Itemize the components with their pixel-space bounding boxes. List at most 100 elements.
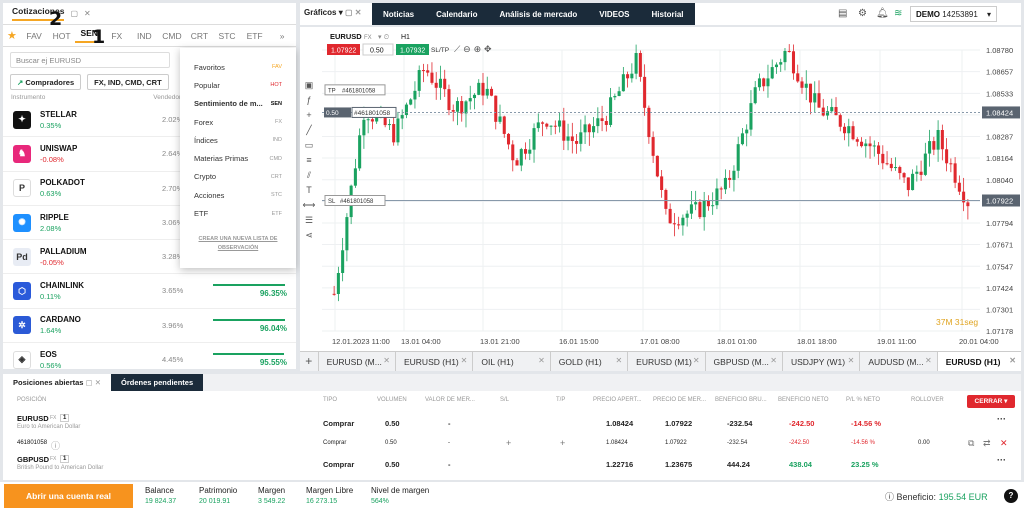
chart-tab-label: OIL (H1): [481, 357, 514, 367]
reverse-icon[interactable]: ⇄: [983, 438, 991, 449]
metric-4: Nivel de margen 564%: [371, 486, 429, 505]
tab-hot[interactable]: HOT: [48, 31, 76, 41]
help-button[interactable]: ?: [1004, 489, 1018, 503]
ohlc-icon[interactable]: ▣: [300, 80, 318, 93]
menu-item-hot[interactable]: Popular HOT: [180, 76, 296, 94]
menu-item-stc[interactable]: Acciones STC: [180, 186, 296, 204]
charts-menu[interactable]: Gráficos ▾ ▢ ✕: [304, 8, 361, 17]
add-chart-button[interactable]: +: [300, 352, 318, 371]
quote-row-eos[interactable]: ◈ EOS 0.56% 4.45% 95.55%: [3, 343, 296, 369]
menu-item-crt[interactable]: Crypto CRT: [180, 168, 296, 186]
chart-tab[interactable]: AUDUSD (M... ✕: [859, 352, 936, 371]
candle-body: [787, 50, 791, 52]
nav-1[interactable]: Calendario: [425, 3, 488, 25]
close-tab-icon[interactable]: ✕: [538, 356, 545, 365]
close-tab-icon[interactable]: ✕: [693, 356, 700, 365]
info-icon[interactable]: ⓘ: [51, 439, 60, 452]
buyers-percent: 95.55%: [259, 358, 287, 368]
line-tool-icon[interactable]: ╱: [300, 125, 318, 138]
channel-tool-icon[interactable]: ⫽: [300, 170, 318, 183]
current-price-value: 1.07922: [986, 196, 1013, 205]
close-tab-icon[interactable]: ✕: [383, 356, 390, 365]
crosshair-icon[interactable]: +: [300, 110, 318, 123]
quote-row-chainlink[interactable]: ⬡ CHAINLINK 0.11% 3.65% 96.35%: [3, 274, 296, 309]
sl-add-icon[interactable]: +: [506, 438, 511, 448]
menu-item-sen[interactable]: Sentimiento de m... SEN: [180, 95, 296, 113]
metric-value: 16 273.15: [306, 498, 338, 505]
price-chart[interactable]: 1.087801.086571.085331.084101.082871.081…: [300, 27, 1021, 351]
markets-chip[interactable]: FX, IND, CMD, CRT: [87, 74, 169, 90]
chart-tab[interactable]: USDJPY (W1) ✕: [781, 352, 859, 371]
tab-cmd[interactable]: CMD: [158, 31, 186, 41]
menu-item-fx[interactable]: Forex FX: [180, 113, 296, 131]
tp-add-icon[interactable]: +: [560, 438, 565, 448]
search-input[interactable]: Buscar ej EURUSD: [10, 52, 170, 68]
popout-icon[interactable]: ▢: [70, 9, 78, 18]
open-real-account-button[interactable]: Abrir una cuenta real: [4, 484, 133, 508]
menu-item-cmd[interactable]: Materias Primas CMD: [180, 149, 296, 167]
nav-3[interactable]: VIDEOS: [588, 3, 640, 25]
text-tool-icon[interactable]: T: [300, 185, 318, 198]
close-tab-icon[interactable]: ✕: [770, 356, 777, 365]
menu-item-label: Crypto: [194, 172, 217, 182]
quote-row-cardano[interactable]: ✲ CARDANO 1.64% 3.96% 96.04%: [3, 309, 296, 344]
account-selector[interactable]: DEMO 14253891 ▾: [910, 6, 997, 22]
tab-pending-orders[interactable]: Órdenes pendientes: [111, 374, 204, 391]
menu-item-key: SEN: [270, 100, 282, 107]
nav-0[interactable]: Noticias: [372, 3, 425, 25]
candle-body: [808, 83, 813, 103]
rect-tool-icon[interactable]: ▭: [300, 140, 318, 153]
close-tab-icon[interactable]: ✕: [615, 356, 622, 365]
indicator-icon[interactable]: ƒ: [300, 95, 318, 108]
chart-tab[interactable]: EURUSD (M... ✕: [317, 352, 395, 371]
more-options-icon[interactable]: ···: [997, 455, 1006, 465]
buyers-chip[interactable]: ↗ Compradores: [10, 74, 82, 90]
bell-icon[interactable]: 🔔︎: [876, 8, 889, 19]
menu-item-fav[interactable]: Favoritos FAV: [180, 58, 296, 76]
layout-icon[interactable]: ▤: [838, 8, 847, 19]
candle-body: [911, 173, 915, 191]
chart-tab[interactable]: EURUSD (H1) ✕: [936, 352, 1021, 371]
menu-item-etf[interactable]: ETF ETF: [180, 204, 296, 222]
tab-fav[interactable]: FAV: [20, 31, 48, 41]
measure-icon[interactable]: ⟷: [300, 200, 318, 213]
profit-value: 195.54 EUR: [938, 492, 988, 502]
position-market: 1.07922: [665, 419, 693, 428]
chart-tab[interactable]: GBPUSD (M... ✕: [704, 352, 782, 371]
nav-4[interactable]: Historial: [641, 3, 695, 25]
close-position-icon[interactable]: ✕: [1000, 438, 1008, 449]
chart-tab[interactable]: GOLD (H1) ✕: [549, 352, 627, 371]
chart-tab[interactable]: EURUSD (H1) ✕: [394, 352, 472, 371]
more-options-icon[interactable]: ···: [997, 414, 1006, 424]
close-tab-icon[interactable]: ✕: [1009, 356, 1016, 365]
more-tabs-icon[interactable]: »: [268, 31, 296, 41]
candle-body: [762, 78, 766, 87]
fib-tool-icon[interactable]: ≡: [300, 155, 318, 168]
tab-crt[interactable]: CRT: [186, 31, 214, 41]
menu-item-ind[interactable]: Índices IND: [180, 131, 296, 149]
col-header: PRECIO APERT...: [593, 397, 642, 403]
tab-stc[interactable]: STC: [213, 31, 241, 41]
chart-tab[interactable]: EURUSD (M1) ✕: [627, 352, 704, 371]
copy-icon[interactable]: ⧉: [968, 438, 974, 449]
close-tab-icon[interactable]: ✕: [848, 356, 855, 365]
star-icon[interactable]: ★: [7, 29, 20, 42]
position-description: British Pound to American Dollar: [17, 465, 104, 471]
tab-open-positions[interactable]: Posiciones abiertas ▢ ✕: [3, 374, 112, 391]
asset-name: CARDANO: [40, 315, 81, 325]
close-all-button[interactable]: CERRAR ▾: [967, 395, 1015, 408]
share-icon[interactable]: ⋖: [300, 230, 318, 243]
close-icon[interactable]: ✕: [84, 9, 91, 18]
chart-tab[interactable]: OIL (H1) ✕: [472, 352, 549, 371]
asset-logo-icon: ✲: [13, 316, 31, 335]
tab-etf[interactable]: ETF: [241, 31, 269, 41]
layers-icon[interactable]: ☰: [300, 215, 318, 228]
tab-fx[interactable]: FX: [103, 31, 131, 41]
nav-2[interactable]: Análisis de mercado: [488, 3, 588, 25]
close-tab-icon[interactable]: ✕: [461, 356, 468, 365]
create-watchlist-link[interactable]: CREAR UNA NUEVA LISTA DE OBSERVACIÓN: [180, 235, 296, 253]
settings-icon[interactable]: ⚙: [858, 8, 867, 19]
tab-ind[interactable]: IND: [131, 31, 159, 41]
close-tab-icon[interactable]: ✕: [925, 356, 932, 365]
candle-body: [957, 182, 961, 192]
